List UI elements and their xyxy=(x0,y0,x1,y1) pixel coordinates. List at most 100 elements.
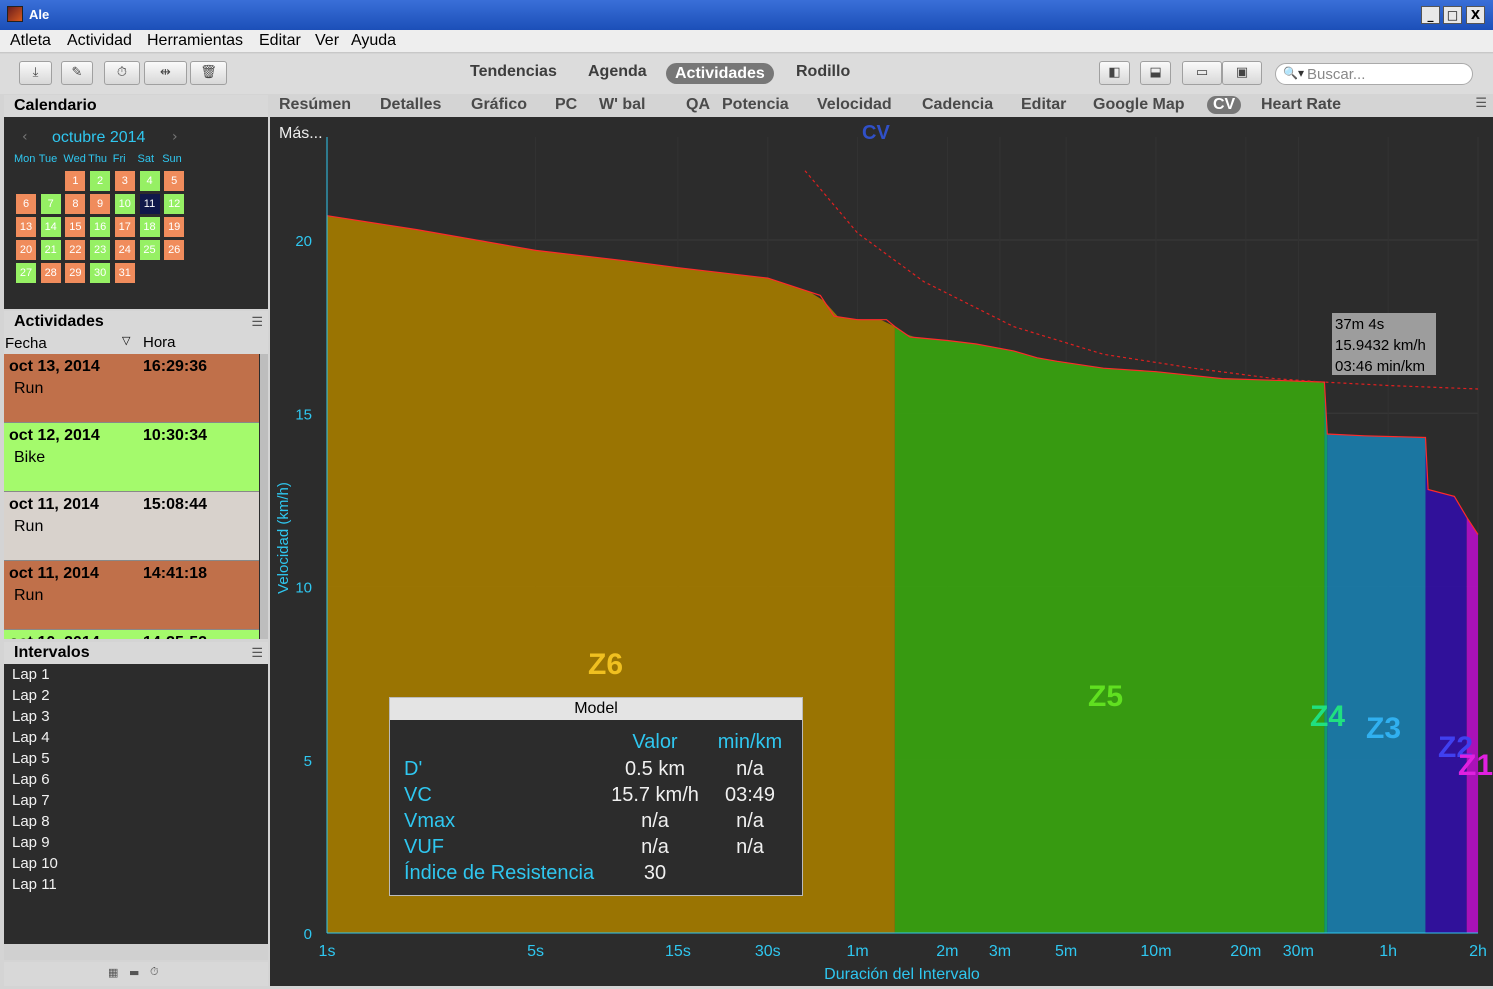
calendar-icon[interactable]: ▦ xyxy=(108,966,118,979)
interval-lap[interactable]: Lap 2 xyxy=(12,687,50,704)
activity-row[interactable]: oct 11, 2014 15:08:44 Run xyxy=(4,492,259,561)
tab-actividades[interactable]: Actividades xyxy=(666,63,774,84)
menu-herramientas[interactable]: Herramientas xyxy=(147,32,243,50)
interval-lap[interactable]: Lap 5 xyxy=(12,750,50,767)
stopwatch-button[interactable]: ⏱ xyxy=(104,61,140,85)
x-tick-label: 20m xyxy=(1230,943,1261,960)
subtab-detalles[interactable]: Detalles xyxy=(380,96,441,114)
column-hora[interactable]: Hora xyxy=(143,334,176,351)
maximize-button[interactable]: □ xyxy=(1443,6,1462,24)
subtab-pc[interactable]: PC xyxy=(555,96,577,114)
calendar-day[interactable]: 17 xyxy=(114,217,135,237)
calendar-day[interactable]: 2 xyxy=(90,171,111,191)
calendar-day[interactable]: 7 xyxy=(40,194,61,214)
calendar-day[interactable]: 9 xyxy=(90,194,111,214)
single-view-button[interactable]: ▭ xyxy=(1182,61,1222,85)
x-axis-title: Duración del Intervalo xyxy=(824,966,980,983)
more-link[interactable]: Más... xyxy=(279,125,323,143)
intervals-menu-icon[interactable]: ☰ xyxy=(251,642,263,664)
calendar-day[interactable]: 23 xyxy=(90,240,111,260)
calendar-day[interactable]: 19 xyxy=(164,217,185,237)
calendar-day[interactable]: 30 xyxy=(90,263,111,283)
next-month-icon[interactable]: › xyxy=(172,129,178,145)
menu-ver[interactable]: Ver xyxy=(315,32,339,50)
subtab-velocidad[interactable]: Velocidad xyxy=(817,96,892,114)
stopwatch-small-icon[interactable]: ⏱ xyxy=(150,965,159,979)
calendar-day[interactable]: 31 xyxy=(114,263,135,283)
calendar-day[interactable]: 28 xyxy=(40,263,61,283)
subtabs-menu-icon[interactable]: ☰ xyxy=(1475,96,1487,111)
interval-lap[interactable]: Lap 11 xyxy=(12,876,57,893)
menu-editar[interactable]: Editar xyxy=(259,32,301,50)
calendar-day[interactable]: 20 xyxy=(16,240,36,260)
calendar-day[interactable]: 1 xyxy=(65,171,86,191)
calendar-day[interactable]: 29 xyxy=(65,263,86,283)
calendar-day[interactable]: 13 xyxy=(16,217,36,237)
calendar-day[interactable]: 8 xyxy=(65,194,86,214)
calendar-day[interactable]: 3 xyxy=(114,171,135,191)
calendar-day[interactable]: 24 xyxy=(114,240,135,260)
interval-lap[interactable]: Lap 8 xyxy=(12,813,50,830)
interval-lap[interactable]: Lap 9 xyxy=(12,834,50,851)
edit-button[interactable]: ✎ xyxy=(61,61,93,85)
calendar-day[interactable]: 18 xyxy=(139,217,160,237)
subtab-w-bal[interactable]: W' bal xyxy=(599,96,645,114)
activities-menu-icon[interactable]: ☰ xyxy=(251,311,263,333)
subtab-google-map[interactable]: Google Map xyxy=(1093,96,1185,114)
interval-lap[interactable]: Lap 10 xyxy=(12,855,58,872)
calendar-day[interactable]: 26 xyxy=(164,240,185,260)
subtab-cadencia[interactable]: Cadencia xyxy=(922,96,993,114)
prev-month-icon[interactable]: ‹ xyxy=(22,129,28,145)
toggle-bottom-button[interactable]: ⬓ xyxy=(1140,61,1171,85)
interval-lap[interactable]: Lap 1 xyxy=(12,666,50,683)
calendar-day[interactable]: 12 xyxy=(164,194,185,214)
calendar-day[interactable]: 5 xyxy=(164,171,185,191)
download-button[interactable]: ⤓ xyxy=(19,61,52,85)
app-window: Ale _ □ X Atleta Actividad Herramientas … xyxy=(0,0,1493,989)
interval-lap[interactable]: Lap 6 xyxy=(12,771,50,788)
tab-agenda[interactable]: Agenda xyxy=(588,63,647,81)
calendar-day[interactable]: 10 xyxy=(114,194,135,214)
activity-row[interactable]: oct 11, 2014 14:41:18 Run xyxy=(4,561,259,630)
tab-tendencias[interactable]: Tendencias xyxy=(470,63,557,81)
activity-row[interactable]: oct 10, 2014 14:35:52 xyxy=(4,630,259,639)
interval-lap[interactable]: Lap 7 xyxy=(12,792,50,809)
subtab-qa[interactable]: QA xyxy=(686,96,710,114)
menu-ayuda[interactable]: Ayuda xyxy=(351,32,396,50)
minimize-button[interactable]: _ xyxy=(1421,6,1440,24)
interval-lap[interactable]: Lap 4 xyxy=(12,729,50,746)
calendar-day[interactable]: 15 xyxy=(65,217,86,237)
calendar-day[interactable]: 21 xyxy=(40,240,61,260)
activity-row[interactable]: oct 13, 2014 16:29:36 Run xyxy=(4,354,259,423)
calendar-day[interactable]: 16 xyxy=(90,217,111,237)
y-tick-label: 20 xyxy=(295,233,312,250)
calendar-day[interactable]: 27 xyxy=(16,263,36,283)
close-button[interactable]: X xyxy=(1466,6,1485,24)
subtab-potencia[interactable]: Potencia xyxy=(722,96,789,114)
calendar-day[interactable]: 6 xyxy=(16,194,36,214)
subtab-cv[interactable]: CV xyxy=(1207,96,1242,114)
folder-icon[interactable]: ▬ xyxy=(129,966,139,979)
subtab-res-men[interactable]: Resúmen xyxy=(279,96,351,114)
intervals-hscroll[interactable] xyxy=(4,944,268,960)
calendar-day[interactable]: 22 xyxy=(65,240,86,260)
split-button[interactable]: ⇹ xyxy=(144,61,187,85)
interval-lap[interactable]: Lap 3 xyxy=(12,708,50,725)
toggle-sidebar-button[interactable]: ◧ xyxy=(1099,61,1130,85)
delete-button[interactable]: 🗑 xyxy=(190,61,227,85)
activity-row[interactable]: oct 12, 2014 10:30:34 Bike xyxy=(4,423,259,492)
activities-scrollbar[interactable] xyxy=(260,354,268,639)
subtab-editar[interactable]: Editar xyxy=(1021,96,1066,114)
tab-rodillo[interactable]: Rodillo xyxy=(796,63,850,81)
menu-actividad[interactable]: Actividad xyxy=(67,32,132,50)
column-fecha[interactable]: Fecha xyxy=(5,335,47,352)
search-box[interactable]: 🔍▾ Buscar... xyxy=(1275,63,1473,85)
calendar-day[interactable]: 4 xyxy=(139,171,160,191)
calendar-day[interactable]: 11 xyxy=(139,194,160,214)
tiled-view-button[interactable]: ▣ xyxy=(1222,61,1262,85)
calendar-day[interactable]: 14 xyxy=(40,217,61,237)
calendar-day[interactable]: 25 xyxy=(139,240,160,260)
menu-atleta[interactable]: Atleta xyxy=(10,32,51,50)
subtab-gr-fico[interactable]: Gráfico xyxy=(471,96,527,114)
subtab-heart-rate[interactable]: Heart Rate xyxy=(1261,96,1341,114)
